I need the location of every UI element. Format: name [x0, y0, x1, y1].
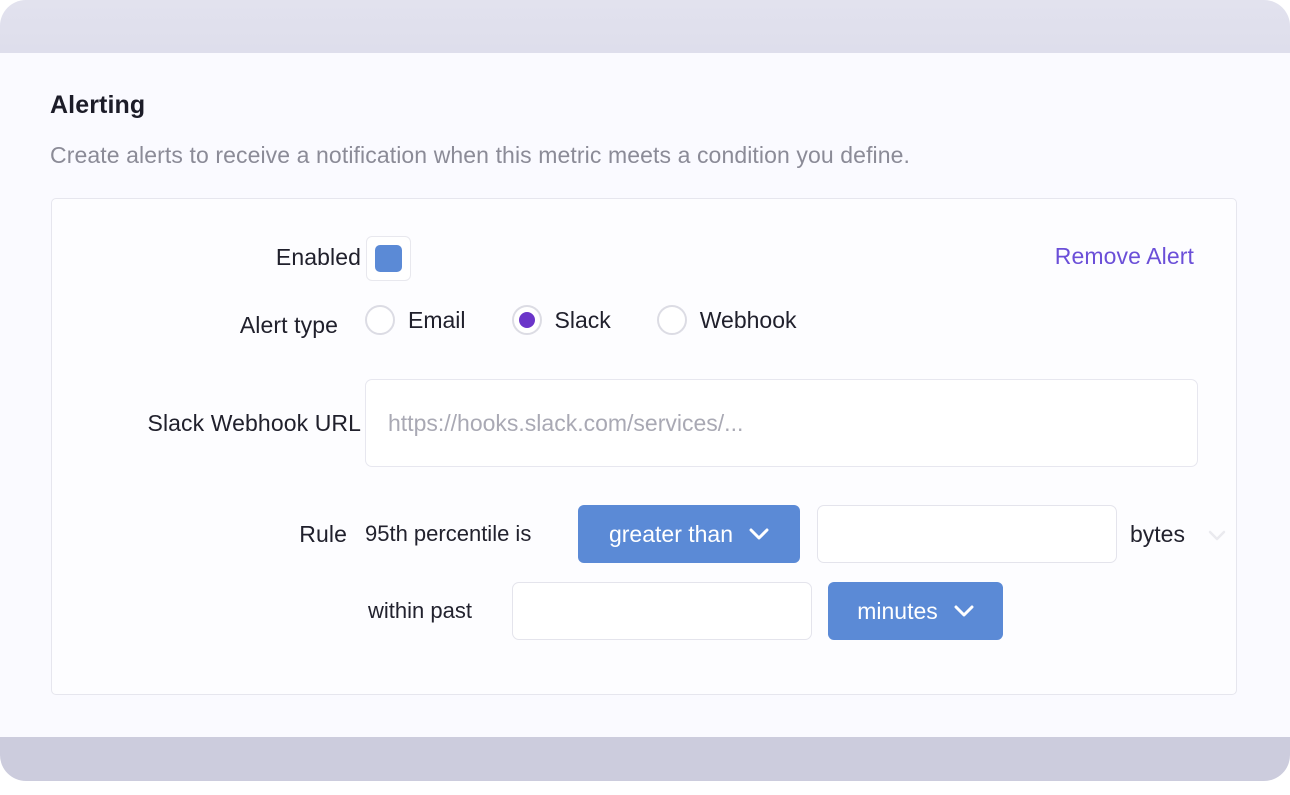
rule-window-unit-dropdown[interactable]: minutes: [828, 582, 1003, 640]
alert-config-card: Enabled Remove Alert Alert type Email: [51, 198, 1237, 695]
radio-circle-email: [365, 305, 395, 335]
page-description: Create alerts to receive a notification …: [50, 142, 910, 169]
rule-operator-dropdown[interactable]: greater than: [578, 505, 800, 563]
alert-type-radio-group: Email Slack Webhook: [365, 305, 797, 335]
alert-type-label: Alert type: [240, 305, 338, 345]
rule-operator-value: greater than: [609, 521, 733, 548]
enabled-checkbox-mark: [375, 245, 402, 272]
rule-window-unit-value: minutes: [857, 598, 938, 625]
alert-type-row: Alert type Email Slack Webhook: [52, 305, 1236, 345]
radio-label-webhook: Webhook: [700, 307, 797, 334]
rule-row: Rule 95th percentile is greater than byt…: [52, 505, 1236, 563]
rule-window-input[interactable]: [512, 582, 812, 640]
chevron-down-icon: [954, 605, 974, 617]
app-window-frame: Alerting Create alerts to receive a noti…: [0, 0, 1290, 781]
radio-option-slack[interactable]: Slack: [512, 305, 611, 335]
slack-webhook-input[interactable]: [365, 379, 1198, 467]
radio-circle-slack: [512, 305, 542, 335]
radio-option-webhook[interactable]: Webhook: [657, 305, 797, 335]
radio-circle-webhook: [657, 305, 687, 335]
page-title: Alerting: [50, 91, 910, 120]
window-top-band: [0, 0, 1290, 53]
rule-label: Rule: [299, 505, 347, 563]
radio-dot-slack: [519, 312, 535, 328]
slack-webhook-row: Slack Webhook URL: [52, 379, 1236, 467]
remove-alert-link[interactable]: Remove Alert: [1055, 243, 1194, 270]
chevron-down-icon-unit: [1208, 528, 1226, 546]
radio-label-email: Email: [408, 307, 466, 334]
enabled-checkbox[interactable]: [366, 236, 411, 281]
radio-label-slack: Slack: [555, 307, 611, 334]
rule-threshold-unit: bytes: [1130, 505, 1185, 563]
enabled-label: Enabled: [276, 232, 361, 282]
rule-window-prefix: within past: [368, 582, 472, 640]
settings-page: Alerting Create alerts to receive a noti…: [0, 53, 1290, 738]
rule-window-row: within past minutes: [52, 582, 1236, 640]
rule-metric-text: 95th percentile is: [365, 505, 531, 563]
radio-option-email[interactable]: Email: [365, 305, 466, 335]
slack-webhook-label: Slack Webhook URL: [148, 379, 361, 467]
enabled-row: Enabled Remove Alert: [52, 232, 1236, 282]
section-heading: Alerting Create alerts to receive a noti…: [50, 91, 910, 169]
rule-threshold-input[interactable]: [817, 505, 1117, 563]
chevron-down-icon: [749, 528, 769, 540]
window-bottom-band: [0, 737, 1290, 781]
